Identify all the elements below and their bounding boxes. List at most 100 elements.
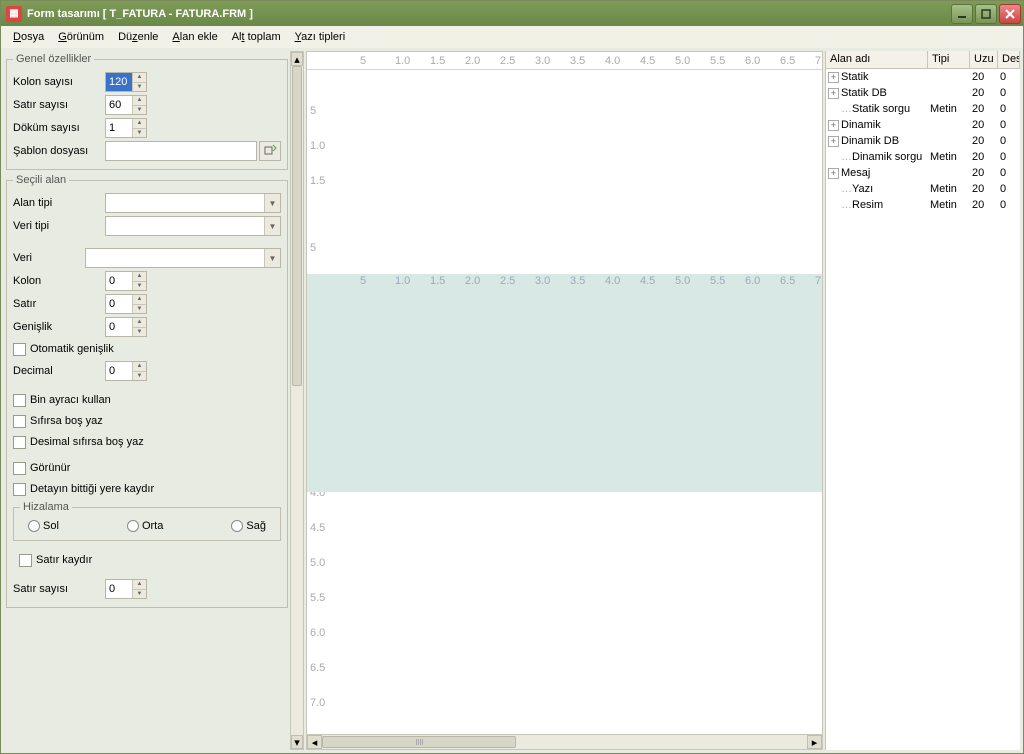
spin-up-icon[interactable]: ▲	[133, 362, 146, 372]
scrollbar-thumb[interactable]	[292, 66, 302, 386]
kolon-input[interactable]	[106, 272, 132, 290]
kolon-sayisi-input[interactable]	[106, 73, 132, 91]
spin-up-icon[interactable]: ▲	[133, 318, 146, 328]
scroll-right-icon[interactable]: ▸	[807, 735, 822, 749]
kolon-sayisi-spinner[interactable]: ▲▼	[105, 72, 147, 92]
hizalama-sol-radio[interactable]	[28, 520, 40, 532]
field-row[interactable]: +Statik DB200	[826, 85, 1020, 101]
expand-icon[interactable]: +	[828, 168, 839, 179]
spin-up-icon[interactable]: ▲	[133, 96, 146, 106]
chevron-down-icon[interactable]: ▼	[264, 249, 280, 267]
minimize-button[interactable]	[951, 4, 973, 24]
design-canvas[interactable]: 51.01.52.02.53.03.54.04.55.05.56.06.57.0…	[306, 51, 823, 750]
expand-icon[interactable]: +	[828, 88, 839, 99]
scroll-down-icon[interactable]: ▾	[291, 735, 303, 749]
field-des: 0	[1000, 71, 1020, 83]
spin-down-icon[interactable]: ▼	[133, 372, 146, 381]
menu-alttoplam[interactable]: Alt toplam	[225, 29, 288, 45]
field-row[interactable]: …ResimMetin200	[826, 197, 1020, 213]
scrollbar-thumb[interactable]	[322, 736, 516, 748]
otomatik-genislik-checkbox[interactable]	[13, 343, 26, 356]
spin-down-icon[interactable]: ▼	[133, 590, 146, 599]
veri-tipi-combo[interactable]: ▼	[105, 216, 281, 236]
field-row[interactable]: +Dinamik DB200	[826, 133, 1020, 149]
col-des[interactable]: Des	[998, 51, 1020, 68]
satir-input[interactable]	[106, 295, 132, 313]
satir-kaydir-checkbox[interactable]	[19, 554, 32, 567]
satir-label: Satır	[13, 298, 105, 310]
hizalama-sag-radio[interactable]	[231, 520, 243, 532]
desimal-sifirsa-checkbox[interactable]	[13, 436, 26, 449]
expand-icon[interactable]: +	[828, 72, 839, 83]
spin-up-icon[interactable]: ▲	[133, 272, 146, 282]
chevron-down-icon[interactable]: ▼	[264, 194, 280, 212]
menu-yazitipleri[interactable]: Yazı tipleri	[288, 29, 353, 45]
sifirsa-bos-label: Sıfırsa boş yaz	[30, 415, 103, 427]
satir-sayisi-spinner[interactable]: ▲▼	[105, 95, 147, 115]
menu-alanekle[interactable]: Alan ekle	[165, 29, 224, 45]
bin-ayraci-checkbox[interactable]	[13, 394, 26, 407]
gorunur-checkbox[interactable]	[13, 462, 26, 475]
expand-icon[interactable]: +	[828, 120, 839, 131]
maximize-button[interactable]	[975, 4, 997, 24]
satir-sayisi-input[interactable]	[106, 96, 132, 114]
field-uzu: 20	[972, 87, 1000, 99]
spin-up-icon[interactable]: ▲	[133, 119, 146, 129]
genislik-input[interactable]	[106, 318, 132, 336]
spin-up-icon[interactable]: ▲	[133, 580, 146, 590]
spin-up-icon[interactable]: ▲	[133, 295, 146, 305]
scroll-left-icon[interactable]: ◂	[307, 735, 322, 749]
genislik-spinner[interactable]: ▲▼	[105, 317, 147, 337]
gorunur-label: Görünür	[30, 462, 70, 474]
menu-dosya[interactable]: Dosya	[6, 29, 51, 45]
hizalama-orta-radio[interactable]	[127, 520, 139, 532]
kolon-spinner[interactable]: ▲▼	[105, 271, 147, 291]
detay-kaydir-checkbox[interactable]	[13, 483, 26, 496]
spin-down-icon[interactable]: ▼	[133, 282, 146, 291]
field-uzu: 20	[972, 199, 1000, 211]
col-alan-adi[interactable]: Alan adı	[826, 51, 928, 68]
sifirsa-bos-checkbox[interactable]	[13, 415, 26, 428]
spin-down-icon[interactable]: ▼	[133, 305, 146, 314]
field-row[interactable]: …YazıMetin200	[826, 181, 1020, 197]
sablon-browse-button[interactable]	[259, 141, 281, 161]
field-row[interactable]: …Statik sorguMetin200	[826, 101, 1020, 117]
field-row[interactable]: +Statik200	[826, 69, 1020, 85]
field-row[interactable]: +Dinamik200	[826, 117, 1020, 133]
menu-duzenle[interactable]: Düzenle	[111, 29, 165, 45]
horizontal-scrollbar[interactable]: ◂ ▸	[307, 734, 822, 749]
field-uzu: 20	[972, 151, 1000, 163]
genel-group: Genel özellikler Kolon sayısı ▲▼ Satır s…	[6, 53, 288, 170]
satir-sayisi-label: Satır sayısı	[13, 99, 105, 111]
veri-combo[interactable]: ▼	[85, 248, 281, 268]
close-button[interactable]	[999, 4, 1021, 24]
field-des: 0	[1000, 135, 1020, 147]
menu-gorunum[interactable]: Görünüm	[51, 29, 111, 45]
field-row[interactable]: …Dinamik sorguMetin200	[826, 149, 1020, 165]
left-scrollbar[interactable]: ▴ ▾	[290, 51, 304, 750]
col-uzu[interactable]: Uzu	[970, 51, 998, 68]
spin-down-icon[interactable]: ▼	[133, 328, 146, 337]
dokum-sayisi-input[interactable]	[106, 119, 132, 137]
spin-down-icon[interactable]: ▼	[133, 129, 146, 138]
sablon-dosyasi-input[interactable]	[105, 141, 257, 161]
field-tipi: Metin	[930, 199, 972, 211]
decimal-spinner[interactable]: ▲▼	[105, 361, 147, 381]
satir-sayisi2-input[interactable]	[106, 580, 132, 598]
alan-tipi-combo[interactable]: ▼	[105, 193, 281, 213]
col-tipi[interactable]: Tipi	[928, 51, 970, 68]
dokum-sayisi-spinner[interactable]: ▲▼	[105, 118, 147, 138]
satir-sayisi2-spinner[interactable]: ▲▼	[105, 579, 147, 599]
field-row[interactable]: +Mesaj200	[826, 165, 1020, 181]
scroll-up-icon[interactable]: ▴	[291, 52, 303, 66]
horizontal-ruler: 51.01.52.02.53.03.54.04.55.05.56.06.57.0	[307, 52, 822, 70]
spin-up-icon[interactable]: ▲	[133, 73, 146, 83]
detail-band[interactable]: 51.01.52.02.53.03.54.04.55.05.56.06.57.0	[307, 274, 822, 492]
satir-spinner[interactable]: ▲▼	[105, 294, 147, 314]
spin-down-icon[interactable]: ▼	[133, 106, 146, 115]
chevron-down-icon[interactable]: ▼	[264, 217, 280, 235]
veri-tipi-label: Veri tipi	[13, 220, 105, 232]
spin-down-icon[interactable]: ▼	[133, 83, 146, 92]
expand-icon[interactable]: +	[828, 136, 839, 147]
decimal-input[interactable]	[106, 362, 132, 380]
